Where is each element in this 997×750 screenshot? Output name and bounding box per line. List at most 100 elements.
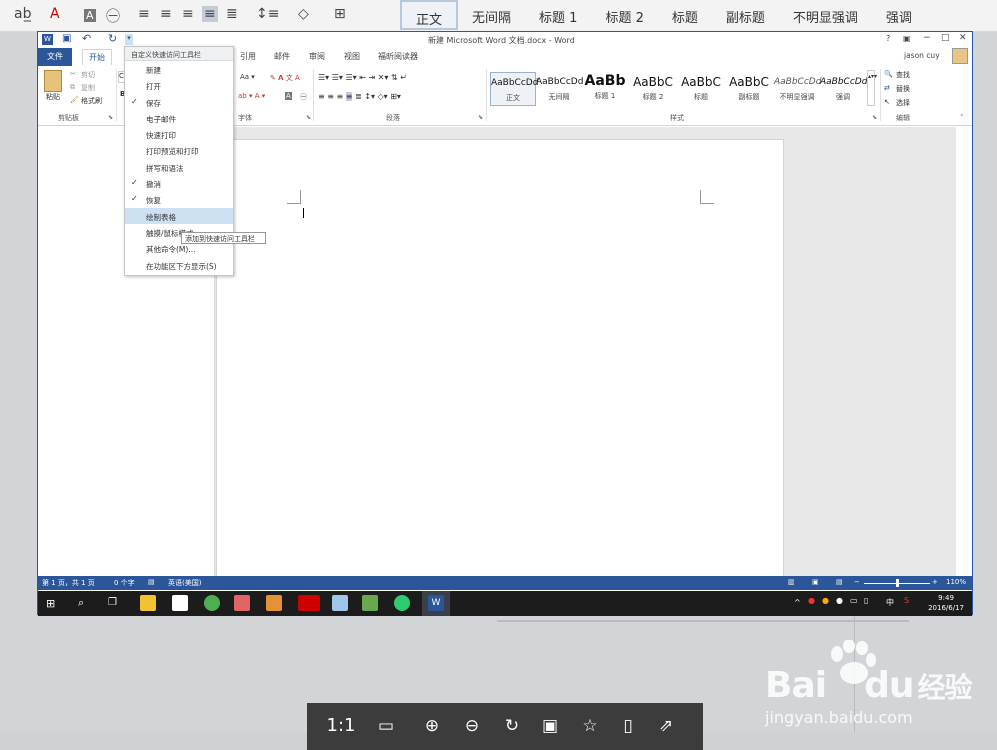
styles-launcher-icon[interactable]: ⬊ [872,114,877,121]
style-no-spacing[interactable]: AaBbCcDd 无间隔 [536,72,583,106]
tab-file[interactable]: 文件 [38,48,72,66]
replace-button[interactable]: 替换 [896,84,910,94]
print-layout-icon[interactable]: ▣ [812,578,819,586]
style-subtitle[interactable]: AaBbC 副标题 [726,72,772,106]
tray-chevron-icon[interactable]: ^ [794,598,801,607]
format-painter-button[interactable]: 格式刷 [81,96,102,106]
tab-home[interactable]: 开始 [82,49,112,65]
tray-icon-3[interactable]: ● [836,596,843,605]
task-view-icon[interactable]: ❐ [108,597,117,608]
zoom-in-icon[interactable]: ⊕ [419,713,445,739]
tray-icon-2[interactable]: ● [822,596,829,605]
select-button[interactable]: 选择 [896,98,910,108]
zoom-out-icon[interactable]: − [854,578,860,586]
paste-label[interactable]: 粘贴 [46,92,60,102]
page-count[interactable]: 第 1 页，共 1 页 [42,578,95,588]
search-icon[interactable]: ⌕ [78,596,84,610]
bullets-icon[interactable]: ☰▾ ☰▾ ☰▾ ⇤ ⇥ ✕▾ ⇅ ↵ [318,73,407,82]
minimize-button[interactable]: − [923,33,931,43]
tab-foxit[interactable]: 福昕阅读器 [378,51,418,62]
save-icon[interactable]: ▣ [62,33,71,44]
save-image-icon[interactable]: ▣ [537,713,563,739]
qat-item-undo[interactable]: ✓ 撤消 [125,175,233,191]
close-button[interactable]: ✕ [959,33,967,43]
tab-review[interactable]: 审阅 [309,51,325,62]
browser-icon[interactable] [204,595,220,611]
qat-item-draw-table[interactable]: 绘制表格 [125,207,233,224]
qat-item-save[interactable]: ✓ 保存 [125,94,233,110]
sogou-icon[interactable]: S [904,596,909,605]
highlight-small-icon[interactable]: ab ▾ A ▾ [238,92,265,100]
help-button[interactable]: ? [886,34,890,43]
zoom-out-icon[interactable]: ⊖ [459,713,485,739]
tray-icon-1[interactable]: ● [808,596,815,605]
fit-window-icon[interactable]: ▭ [373,713,399,739]
action-center-icon[interactable]: ▯ [864,596,868,605]
tab-mailings[interactable]: 邮件 [274,51,290,62]
zoom-in-icon[interactable]: + [932,578,938,586]
zoom-level[interactable]: 110% [946,578,966,586]
redo-icon[interactable]: ↻ [108,32,117,45]
app-icon-2[interactable] [266,595,282,611]
qat-customize-button[interactable]: ▾ [125,34,133,45]
align-group-icon[interactable]: ≡ ≡ ≡ ≡ ≣ ↕▾ ◇▾ ⊞▾ [318,92,401,101]
paste-icon[interactable] [44,70,62,92]
styles-scroll-icon[interactable]: ▴▾▾ [867,70,877,106]
read-mode-icon[interactable]: ▥ [788,578,795,586]
cut-button[interactable]: 剪切 [81,70,95,80]
qat-item-email[interactable]: 电子邮件 [125,110,233,126]
user-name[interactable]: jason cuy [904,51,940,60]
app-icon-4[interactable] [332,595,348,611]
vertical-scrollbar[interactable] [956,127,972,576]
style-title[interactable]: AaBbC 标题 [678,72,724,106]
actual-size-button[interactable]: 1:1 [321,713,361,739]
char-shading-small-icon[interactable]: A [285,92,292,100]
tab-references[interactable]: 引用 [240,51,256,62]
app-icon-3[interactable] [298,595,320,611]
favorite-icon[interactable]: ☆ [577,713,603,739]
wechat-icon[interactable] [394,595,410,611]
qat-item-show-below[interactable]: 在功能区下方显示(S) [125,257,233,273]
copy-button[interactable]: 复制 [81,83,95,93]
qat-item-print-preview[interactable]: 打印预览和打印 [125,142,233,158]
word-taskbar-icon[interactable]: W [428,595,444,611]
style-subtle-emphasis[interactable]: AaBbCcDd 不明显强调 [774,72,821,106]
app-icon-1[interactable] [234,595,250,611]
paragraph-launcher-icon[interactable]: ⬊ [478,114,483,121]
qat-item-redo[interactable]: ✓ 恢复 [125,191,233,207]
rotate-icon[interactable]: ↻ [499,713,525,739]
font-launcher-icon[interactable]: ⬊ [306,114,311,121]
tab-view[interactable]: 视图 [344,51,360,62]
qat-item-spelling[interactable]: 拼写和语法 [125,159,233,175]
ime-indicator[interactable]: 中 [886,597,894,608]
qat-item-new[interactable]: 新建 [125,61,233,77]
style-emphasis[interactable]: AaBbCcDd 强调 [820,72,867,106]
windows-start-icon[interactable]: ⊞ [46,597,55,610]
fullscreen-icon[interactable]: ▯ [615,713,641,739]
clock[interactable]: 9:49 2016/6/17 [928,593,964,613]
zoom-slider-thumb[interactable] [896,579,899,587]
style-normal[interactable]: AaBbCcDd 正文 [490,72,538,106]
font-size-grow-icon[interactable]: Aa ▾ [240,73,255,81]
style-heading1[interactable]: AaBb 标题 1 [582,72,628,106]
word-count[interactable]: 0 个字 [114,578,135,588]
ribbon-display-icon[interactable]: ▣ [903,34,911,43]
clear-format-icon[interactable]: ✎ 𝗔 文 A [270,73,300,83]
language[interactable]: 英语(美国) [168,578,201,588]
web-layout-icon[interactable]: ▤ [836,578,843,586]
document-page[interactable] [216,139,784,579]
qat-item-quick-print[interactable]: 快速打印 [125,126,233,142]
avatar[interactable] [952,48,968,64]
app-icon-5[interactable] [362,595,378,611]
network-icon[interactable]: ▭ [850,596,858,605]
file-explorer-icon[interactable] [140,595,156,611]
enclose-small-icon[interactable]: ㊀ [300,92,307,102]
proofing-icon[interactable]: ▤ [148,578,155,586]
maximize-button[interactable]: □ [941,33,950,43]
qat-item-open[interactable]: 打开 [125,77,233,93]
clipboard-launcher-icon[interactable]: ⬊ [108,114,113,121]
notepad-icon[interactable] [172,595,188,611]
style-heading2[interactable]: AaBbC 标题 2 [630,72,676,106]
collapse-ribbon-icon[interactable]: ˄ [960,114,964,122]
find-button[interactable]: 查找 [896,70,910,80]
